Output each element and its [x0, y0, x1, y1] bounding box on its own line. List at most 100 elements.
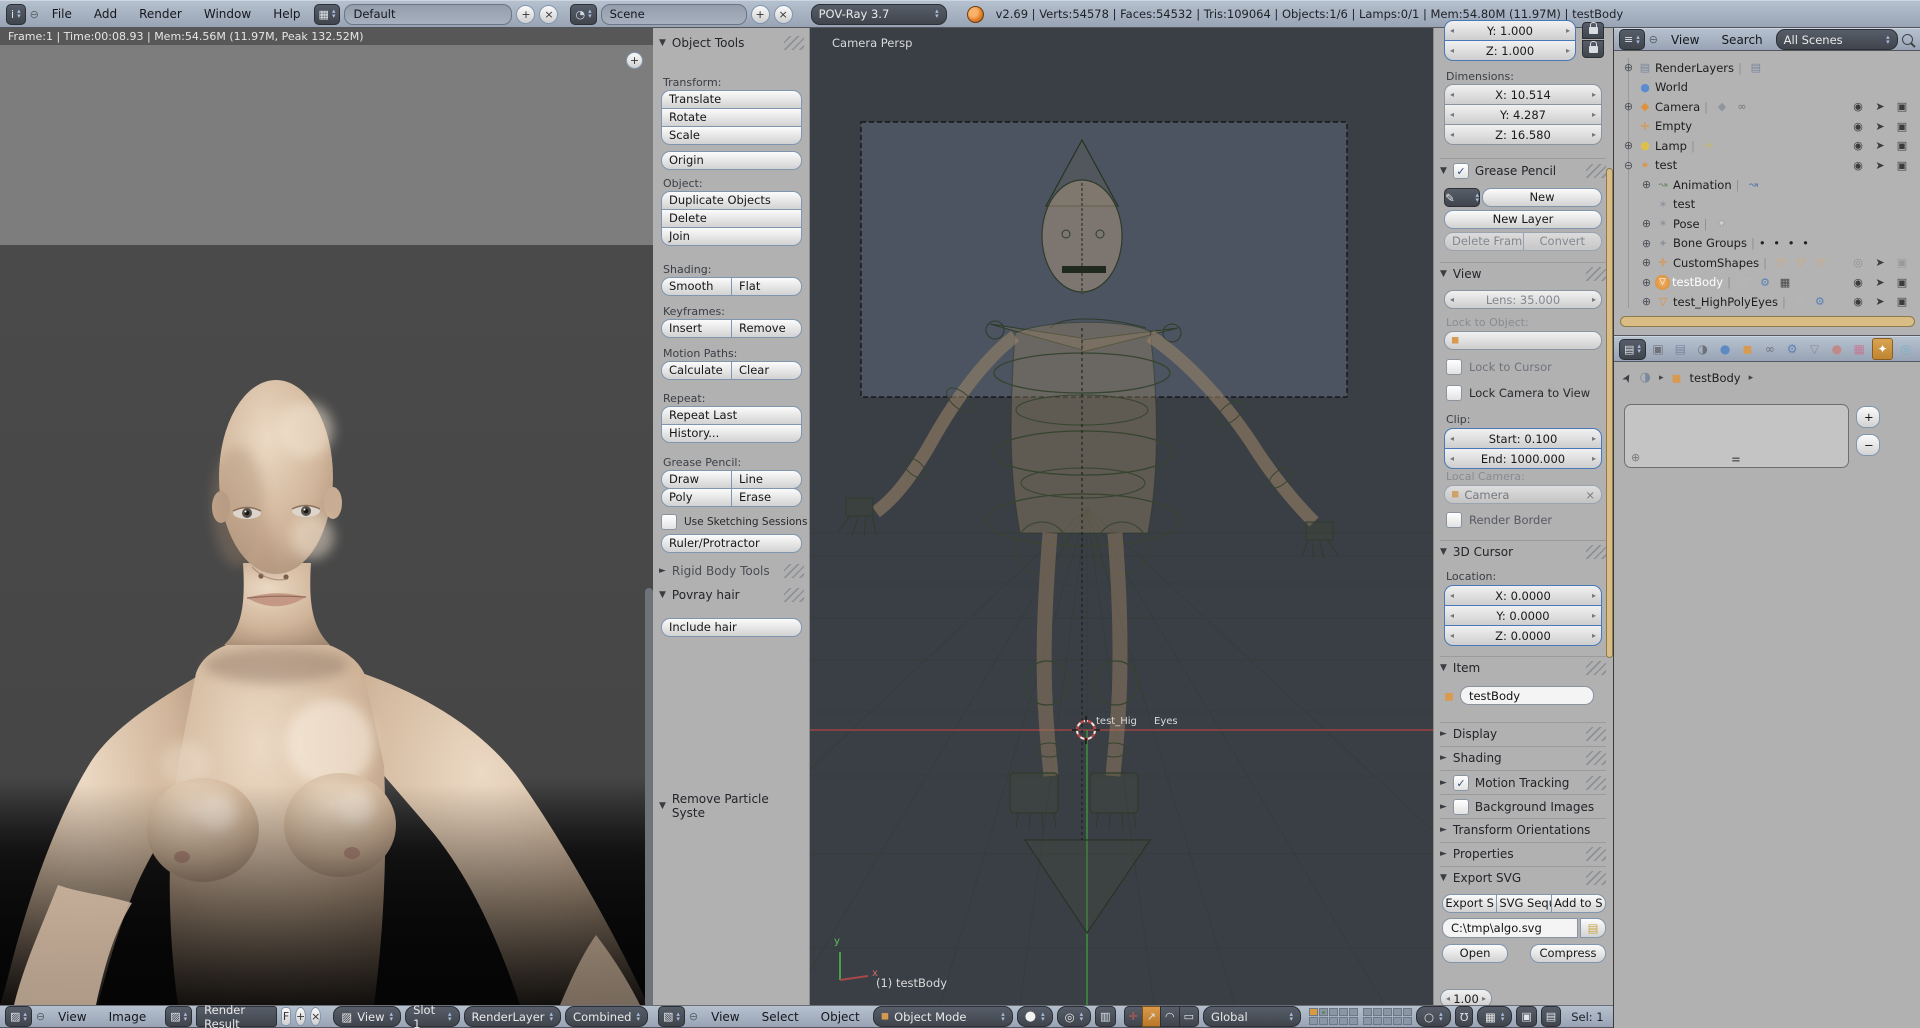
delete-button[interactable]: Delete — [661, 209, 802, 228]
view3d-editor-type-selector[interactable]: ▧▴▾ — [658, 1006, 685, 1027]
render-restrict-icon[interactable]: ▣ — [1894, 256, 1910, 269]
fake-user-button[interactable]: F — [281, 1007, 291, 1026]
tab-physics[interactable]: ◎ — [1897, 339, 1915, 359]
dimension-x-field[interactable]: ◂X: 10.514▸ — [1444, 84, 1602, 105]
gp-delete-frame-button[interactable]: Delete Frame — [1444, 232, 1524, 251]
hide-icon[interactable]: ◉ — [1850, 139, 1866, 152]
gp-poly-button[interactable]: Poly — [661, 488, 732, 507]
add-to-svg-button[interactable]: Add to S — [1551, 894, 1606, 913]
selectable-icon[interactable]: ➤ — [1872, 120, 1888, 133]
image-editor-region[interactable]: Frame:1 | Time:00:08.93 | Mem:54.56M (11… — [0, 28, 653, 1005]
render-restrict-icon[interactable]: ▣ — [1894, 100, 1910, 113]
menu-select[interactable]: Select — [753, 1010, 808, 1024]
menu-search[interactable]: Search — [1712, 33, 1771, 47]
hide-icon[interactable]: ◉ — [1850, 276, 1866, 289]
transform-orientation-select[interactable]: Global▴▾ — [1203, 1006, 1301, 1027]
tab-particles[interactable]: ✦ — [1872, 338, 1892, 360]
unlink-image-button[interactable]: × — [310, 1007, 321, 1026]
gp-draw-button[interactable]: Draw — [661, 470, 732, 489]
scale-y-field[interactable]: ◂Y: 1.000▸ — [1444, 20, 1576, 41]
dimension-z-field[interactable]: ◂Z: 16.580▸ — [1444, 124, 1602, 145]
snap-element-select[interactable]: ▦▴▾ — [1477, 1006, 1512, 1027]
repeat-last-button[interactable]: Repeat Last — [661, 406, 802, 425]
cursor-y-field[interactable]: ◂Y: 0.0000▸ — [1444, 605, 1602, 626]
render-engine-select[interactable]: POV-Ray 3.7▴▾ — [811, 4, 947, 25]
svg-sequence-button[interactable]: SVG Sequ — [1496, 894, 1551, 913]
add-particle-system-button[interactable]: + — [1856, 406, 1880, 428]
proportional-edit-select[interactable]: ○▴▾ — [1416, 1006, 1451, 1027]
pin-icon[interactable]: ➤ — [1618, 370, 1635, 385]
tab-texture[interactable]: ▦ — [1850, 339, 1868, 359]
selectable-icon[interactable]: ➤ — [1872, 159, 1888, 172]
shading-panel-header[interactable]: ► Shading — [1440, 746, 1606, 765]
panel-grip[interactable] — [784, 36, 804, 50]
selectable-icon[interactable]: ➤ — [1872, 139, 1888, 152]
render-restrict-icon[interactable]: ▣ — [1894, 159, 1910, 172]
outliner-item[interactable]: Bone Groups — [1673, 236, 1747, 250]
render-opengl-anim-button[interactable]: ▤ — [1541, 1006, 1561, 1027]
image-editor-type-selector[interactable]: ▨▴▾ — [5, 1006, 32, 1027]
dimension-y-field[interactable]: ◂Y: 4.287▸ — [1444, 104, 1602, 125]
snap-toggle-button[interactable]: Ω — [1455, 1006, 1473, 1027]
expand-icon[interactable]: ⊕ — [1640, 217, 1653, 230]
scale-lock-button-2[interactable] — [1582, 40, 1604, 58]
outliner-item[interactable]: test_HighPolyEyes — [1673, 295, 1778, 309]
outliner-item[interactable]: CustomShapes — [1673, 256, 1759, 270]
clip-start-field[interactable]: ◂Start: 0.100▸ — [1444, 428, 1602, 449]
grease-pencil-panel-header[interactable]: ▼ ✓ Grease Pencil — [1440, 158, 1606, 179]
lens-field[interactable]: ◂Lens: 35.000▸ — [1444, 290, 1602, 309]
expand-icon[interactable]: ⊕ — [1622, 100, 1635, 113]
gp-pencil-mode-select[interactable]: ✎▴▾ — [1444, 188, 1480, 207]
tab-scene[interactable]: ◑ — [1694, 339, 1712, 359]
flat-button[interactable]: Flat — [731, 277, 802, 296]
panel-grip[interactable] — [1586, 545, 1606, 559]
scale-z-field[interactable]: ◂Z: 1.000▸ — [1444, 40, 1576, 61]
file-browse-icon[interactable]: ▤ — [1580, 918, 1606, 938]
menu-file[interactable]: File — [43, 7, 81, 21]
svg-open-button[interactable]: Open — [1442, 944, 1508, 963]
outliner-item-selected[interactable]: testBody — [1672, 275, 1723, 289]
hide-icon[interactable]: ◉ — [1850, 159, 1866, 172]
properties-panel-header[interactable]: ► Properties — [1440, 842, 1606, 861]
object-tools-panel-header[interactable]: ▼ Object Tools — [659, 36, 804, 50]
duplicate-objects-button[interactable]: Duplicate Objects — [661, 191, 802, 210]
manipulate-centers-button[interactable]: ▥ — [1095, 1006, 1115, 1027]
remove-keyframe-button[interactable]: Remove — [731, 319, 802, 338]
panel-grip[interactable] — [1586, 164, 1606, 178]
export-svg-button[interactable]: Export S — [1442, 894, 1497, 913]
gp-line-button[interactable]: Line — [731, 470, 802, 489]
cursor-3d-panel-header[interactable]: ▼ 3D Cursor — [1440, 540, 1606, 559]
clip-end-field[interactable]: ◂End: 1000.000▸ — [1444, 448, 1602, 469]
outliner-editor-type-selector[interactable]: ≡▴▾ — [1619, 29, 1645, 50]
panel-grip[interactable] — [1586, 727, 1606, 741]
outliner-item[interactable]: Camera — [1655, 100, 1700, 114]
outliner-hscrollbar-track[interactable] — [1620, 316, 1915, 327]
collapse-menus-icon[interactable]: ⊖ — [36, 1010, 45, 1023]
outliner-scope-select[interactable]: All Scenes▴▾ — [1776, 29, 1898, 50]
export-svg-panel-header[interactable]: ▼ Export SVG — [1440, 866, 1606, 885]
expand-icon[interactable]: ⊕ — [1622, 139, 1635, 152]
panel-grip[interactable] — [1586, 267, 1606, 281]
outliner-item[interactable]: Animation — [1673, 178, 1732, 192]
panel-grip[interactable] — [1586, 871, 1606, 885]
include-hair-button[interactable]: Include hair — [661, 618, 802, 637]
hide-icon-off[interactable]: ◎ — [1850, 256, 1866, 269]
add-scene-button[interactable]: + — [751, 5, 770, 24]
menu-view[interactable]: View — [1662, 33, 1708, 47]
rigid-body-panel-header[interactable]: ► Rigid Body Tools — [659, 564, 804, 578]
expand-icon[interactable]: ⊕ — [1622, 61, 1635, 74]
panel-grip[interactable] — [784, 588, 804, 602]
manipulator-toggle-button[interactable]: ✛ — [1124, 1006, 1143, 1027]
scene-field[interactable]: Scene — [601, 4, 747, 25]
gp-erase-button[interactable]: Erase — [731, 488, 802, 507]
outliner-item[interactable]: World — [1655, 80, 1688, 94]
item-name-input[interactable]: testBody — [1460, 686, 1594, 705]
background-images-checkbox[interactable] — [1453, 799, 1469, 815]
selectable-icon[interactable]: ➤ — [1872, 256, 1888, 269]
collapse-menus-icon[interactable]: ⊖ — [30, 8, 39, 21]
gp-convert-button[interactable]: Convert — [1523, 232, 1603, 251]
viewport-shading-select[interactable]: ●▴▾ — [1017, 1006, 1053, 1027]
outliner-item[interactable]: Lamp — [1655, 139, 1687, 153]
render-border-checkbox[interactable] — [1446, 512, 1462, 528]
menu-window[interactable]: Window — [195, 7, 260, 21]
